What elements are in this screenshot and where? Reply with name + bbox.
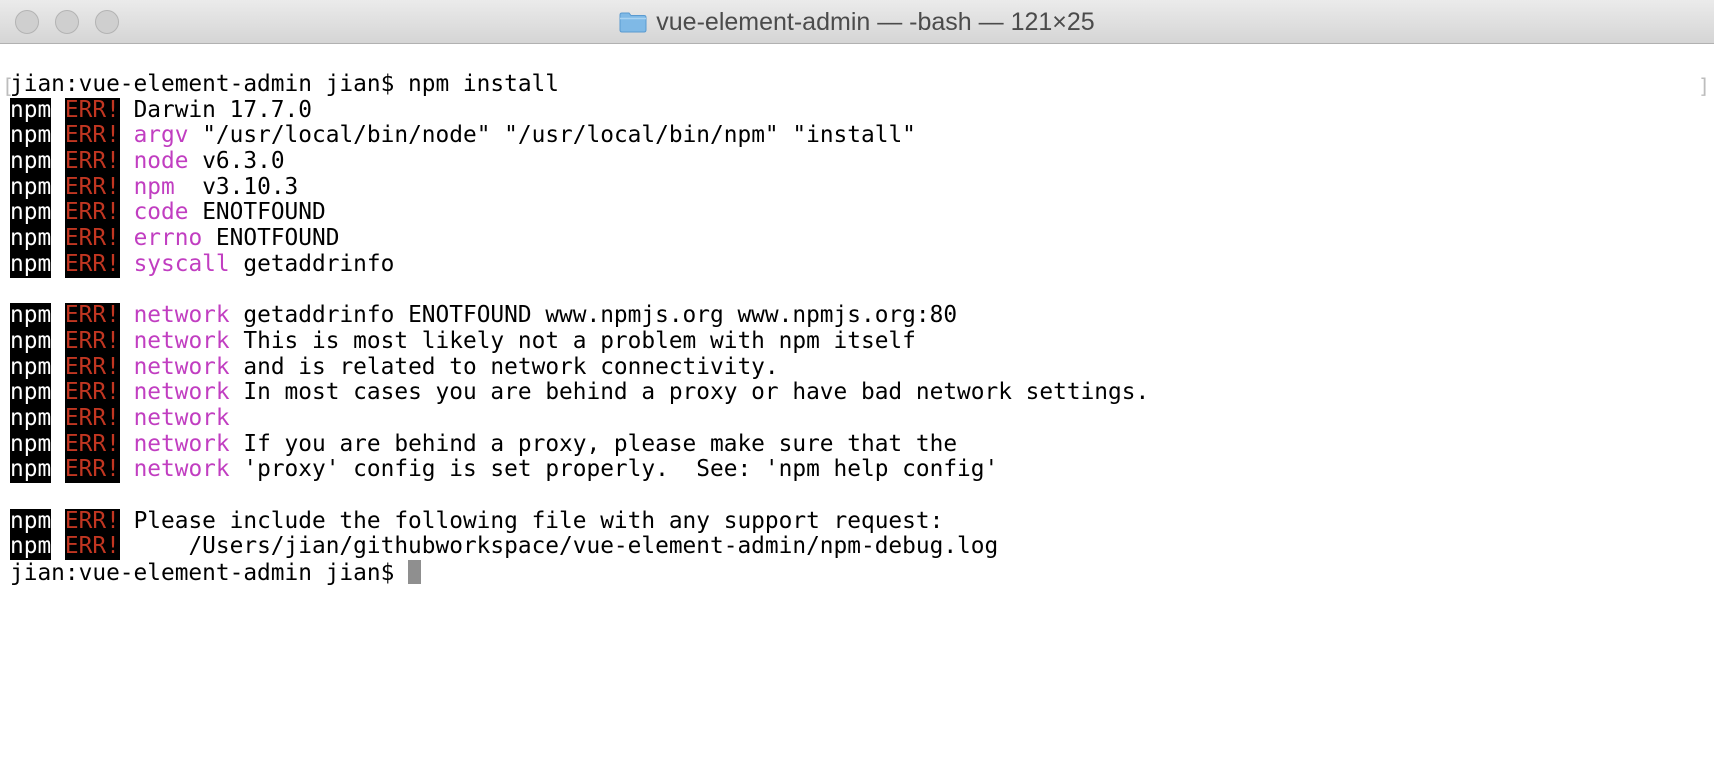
log-text: getaddrinfo (229, 250, 395, 277)
err-tag: ERR! (64, 199, 120, 227)
log-text: "/usr/local/bin/node" "/usr/local/bin/np… (188, 122, 916, 149)
log-line: npm ERR! /Users/jian/githubworkspace/vue… (10, 533, 1714, 561)
log-key: network (133, 353, 230, 380)
err-tag: ERR! (64, 507, 120, 535)
npm-tag: npm (10, 430, 52, 458)
cursor (408, 560, 422, 585)
log-text: ENOTFOUND (202, 225, 340, 252)
log-text: 'proxy' config is set properly. See: 'np… (229, 456, 999, 483)
mark-bracket-left: [ (2, 74, 15, 98)
log-text: and is related to network connectivity. (229, 353, 779, 380)
log-text: In most cases you are behind a proxy or … (229, 379, 1150, 406)
err-tag: ERR! (64, 353, 120, 381)
prompt: jian:vue-element-admin jian$ (10, 71, 409, 97)
log-line: npm ERR! network and is related to netwo… (10, 353, 1714, 381)
log-text: ENOTFOUND (188, 199, 326, 226)
log-line: npm ERR! code ENOTFOUND (10, 199, 1714, 227)
log-text: v6.3.0 (188, 148, 285, 175)
title-bar[interactable]: vue-element-admin — -bash — 121×25 (0, 0, 1714, 44)
err-tag: ERR! (64, 404, 120, 432)
window-title-container: vue-element-admin — -bash — 121×25 (0, 0, 1714, 44)
npm-tag: npm (10, 379, 52, 406)
npm-tag: npm (10, 353, 52, 381)
log-text: /Users/jian/githubworkspace/vue-element-… (133, 533, 999, 560)
log-line: npm ERR! network 'proxy' config is set p… (10, 456, 1714, 484)
log-line: npm ERR! npm v3.10.3 (10, 173, 1714, 201)
final-prompt-line: jian:vue-element-admin jian$ (10, 560, 1714, 586)
log-text: v3.10.3 (174, 173, 299, 200)
npm-tag: npm (10, 507, 52, 535)
log-line: npm ERR! network This is most likely not… (10, 327, 1714, 355)
log-text: This is most likely not a problem with n… (229, 327, 916, 354)
npm-tag: npm (10, 173, 52, 201)
npm-tag: npm (10, 302, 52, 329)
npm-tag: npm (10, 122, 52, 150)
log-key: errno (133, 225, 203, 252)
err-tag: ERR! (64, 122, 120, 150)
log-line: npm ERR! errno ENOTFOUND (10, 225, 1714, 252)
mark-bracket-right: ] (1697, 74, 1710, 98)
log-line: npm ERR! node v6.3.0 (10, 148, 1714, 175)
command-text: npm install (408, 71, 560, 97)
err-tag: ERR! (64, 173, 120, 201)
log-key: network (133, 456, 230, 483)
log-line: npm ERR! argv "/usr/local/bin/node" "/us… (10, 122, 1714, 150)
log-line: npm ERR! network If you are behind a pro… (10, 430, 1714, 458)
log-text: Darwin 17.7.0 (133, 96, 312, 123)
err-tag: ERR! (64, 533, 120, 561)
log-key: npm (133, 173, 175, 200)
log-line: npm ERR! network In most cases you are b… (10, 379, 1714, 406)
terminal-window: vue-element-admin — -bash — 121×25 [ ] j… (0, 0, 1714, 760)
npm-tag: npm (10, 250, 52, 278)
log-key: network (133, 379, 230, 406)
log-key: network (133, 327, 230, 354)
window-title: vue-element-admin — -bash — 121×25 (656, 7, 1095, 36)
log-text: getaddrinfo ENOTFOUND www.npmjs.org www.… (229, 302, 958, 329)
log-text: If you are behind a proxy, please make s… (229, 430, 958, 457)
npm-tag: npm (10, 96, 52, 124)
log-line: npm ERR! syscall getaddrinfo (10, 250, 1714, 278)
log-lines: npm ERR! Darwin 17.7.0 npm ERR! argv "/us… (10, 96, 1714, 561)
log-key: code (133, 199, 189, 226)
terminal-output[interactable]: [ ] jian:vue-element-admin jian$ npm ins… (0, 44, 1714, 760)
npm-tag: npm (10, 148, 52, 175)
npm-tag: npm (10, 199, 52, 227)
log-key: node (133, 148, 189, 175)
final-prompt: jian:vue-element-admin jian$ (10, 560, 409, 587)
command-line: jian:vue-element-admin jian$ npm install (10, 71, 1714, 98)
err-tag: ERR! (64, 430, 120, 458)
log-line: npm ERR! network getaddrinfo ENOTFOUND w… (10, 302, 1714, 329)
log-text: Please include the following file with a… (133, 507, 944, 534)
npm-tag: npm (10, 533, 52, 561)
err-tag: ERR! (64, 379, 120, 406)
npm-tag: npm (10, 327, 52, 355)
npm-tag: npm (10, 404, 52, 432)
log-line: npm ERR! Darwin 17.7.0 (10, 96, 1714, 124)
err-tag: ERR! (64, 96, 120, 124)
err-tag: ERR! (64, 148, 120, 175)
npm-tag: npm (10, 225, 52, 252)
err-tag: ERR! (64, 456, 120, 484)
folder-icon (619, 11, 647, 33)
log-key: argv (133, 122, 189, 149)
log-key: network (133, 430, 230, 457)
log-key: syscall (133, 250, 230, 277)
log-key: network (133, 302, 230, 329)
err-tag: ERR! (64, 250, 120, 278)
log-line: npm ERR! network (10, 404, 1714, 432)
log-key: network (133, 404, 230, 431)
err-tag: ERR! (64, 225, 120, 252)
npm-tag: npm (10, 456, 52, 484)
log-line: npm ERR! Please include the following fi… (10, 507, 1714, 535)
err-tag: ERR! (64, 327, 120, 355)
err-tag: ERR! (64, 302, 120, 329)
